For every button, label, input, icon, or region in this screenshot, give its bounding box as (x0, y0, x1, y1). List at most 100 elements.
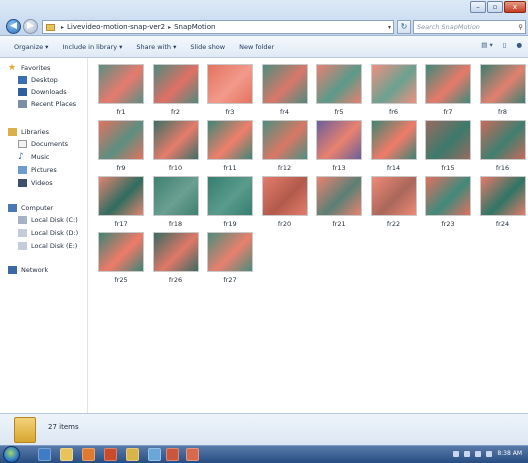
close-button[interactable]: x (504, 1, 526, 13)
organize-button[interactable]: Organize ▾ (14, 43, 48, 51)
chrome-icon[interactable] (126, 448, 139, 461)
thumbnail[interactable] (479, 120, 526, 160)
thumbnail[interactable] (207, 64, 253, 104)
file-name[interactable]: fr4 (262, 108, 308, 116)
ie-icon[interactable] (38, 448, 51, 461)
file-name[interactable]: fr12 (262, 164, 308, 172)
file-name[interactable]: fr20 (262, 220, 308, 228)
nav-pictures[interactable]: Pictures (18, 166, 57, 174)
file-name[interactable]: fr16 (480, 164, 526, 172)
nav-libraries[interactable]: Libraries (8, 128, 49, 136)
file-name[interactable]: fr27 (207, 276, 253, 284)
app-icon[interactable] (166, 448, 179, 461)
thumbnail[interactable] (261, 120, 308, 160)
nav-videos[interactable]: Videos (18, 179, 53, 187)
nav-music[interactable]: ♪ Music (18, 153, 50, 162)
back-button[interactable]: ◀ (6, 19, 21, 34)
search-input[interactable]: Search SnapMotion ⚲ (413, 20, 526, 34)
app-icon[interactable] (186, 448, 199, 461)
file-name[interactable]: fr25 (98, 276, 144, 284)
thumbnail[interactable] (479, 176, 526, 216)
thumbnail[interactable] (98, 176, 144, 216)
thumbnail[interactable] (479, 64, 526, 104)
thumbnail[interactable] (98, 64, 144, 104)
nav-network[interactable]: Network (8, 266, 48, 274)
thumbnail[interactable] (425, 64, 471, 104)
thumbnail[interactable] (152, 64, 199, 104)
thumbnail[interactable] (425, 120, 471, 160)
forward-button[interactable]: ▶ (23, 19, 38, 34)
tray-icon[interactable] (453, 450, 460, 457)
file-name[interactable]: fr10 (153, 164, 199, 172)
file-name[interactable]: fr5 (316, 108, 362, 116)
nav-favorites[interactable]: ★ Favorites (8, 64, 50, 73)
clock[interactable]: 8:38 AM (497, 450, 522, 457)
app-icon[interactable] (148, 448, 161, 461)
slide-show-button[interactable]: Slide show (190, 43, 225, 51)
view-options-icon[interactable]: ▤ ▾ (481, 41, 492, 49)
nav-computer[interactable]: Computer (8, 204, 53, 212)
thumbnail[interactable] (370, 64, 417, 104)
thumbnail[interactable] (152, 232, 199, 272)
thumbnail[interactable] (370, 120, 417, 160)
file-name[interactable]: fr23 (425, 220, 471, 228)
thumbnail[interactable] (316, 64, 362, 104)
media-player-icon[interactable] (82, 448, 95, 461)
thumbnail[interactable] (152, 176, 199, 216)
chevron-down-icon[interactable]: ▾ (388, 24, 391, 31)
file-name[interactable]: fr26 (153, 276, 199, 284)
thumbnail[interactable] (207, 176, 253, 216)
tray-icon[interactable] (464, 450, 471, 457)
include-in-library-button[interactable]: Include in library ▾ (62, 43, 122, 51)
thumbnail[interactable] (370, 176, 417, 216)
file-name[interactable]: fr8 (480, 108, 526, 116)
file-name[interactable]: fr24 (480, 220, 526, 228)
file-name[interactable]: fr21 (316, 220, 362, 228)
thumbnail[interactable] (152, 120, 199, 160)
thumbnail[interactable] (425, 176, 471, 216)
file-name[interactable]: fr11 (207, 164, 253, 172)
breadcrumb-segment[interactable]: SnapMotion (174, 23, 215, 31)
breadcrumb-segment[interactable]: Livevideo-motion-snap-ver2 (67, 23, 165, 31)
file-name[interactable]: fr9 (98, 164, 144, 172)
search-icon[interactable]: ⚲ (518, 21, 523, 33)
start-button[interactable] (3, 446, 20, 463)
file-name[interactable]: fr22 (371, 220, 417, 228)
address-bar[interactable]: ▸ Livevideo-motion-snap-ver2 ▸ SnapMotio… (42, 20, 394, 34)
nav-recent-places[interactable]: Recent Places (18, 100, 76, 108)
file-name[interactable]: fr7 (425, 108, 471, 116)
share-with-button[interactable]: Share with ▾ (136, 43, 176, 51)
help-icon[interactable]: ● (516, 41, 522, 49)
file-name[interactable]: fr1 (98, 108, 144, 116)
maximize-button[interactable]: ▫ (487, 1, 503, 13)
nav-documents[interactable]: Documents (18, 140, 68, 148)
file-name[interactable]: fr19 (207, 220, 253, 228)
file-name[interactable]: fr14 (371, 164, 417, 172)
file-name[interactable]: fr13 (316, 164, 362, 172)
refresh-button[interactable]: ↻ (397, 20, 411, 34)
app-icon[interactable] (104, 448, 117, 461)
thumbnail[interactable] (261, 64, 308, 104)
preview-pane-icon[interactable]: ▯ (503, 41, 507, 49)
network-tray-icon[interactable] (475, 450, 482, 457)
file-name[interactable]: fr2 (153, 108, 199, 116)
thumbnail[interactable] (261, 176, 308, 216)
file-name[interactable]: fr3 (207, 108, 253, 116)
nav-downloads[interactable]: Downloads (18, 88, 67, 96)
file-name[interactable]: fr15 (425, 164, 471, 172)
thumbnail[interactable] (316, 176, 362, 216)
minimize-button[interactable]: – (470, 1, 486, 13)
file-name[interactable]: fr17 (98, 220, 144, 228)
nav-local-disk-e[interactable]: Local Disk (E:) (18, 242, 77, 250)
thumbnail[interactable] (316, 120, 362, 160)
file-name[interactable]: fr18 (153, 220, 199, 228)
explorer-icon[interactable] (60, 448, 73, 461)
thumbnail[interactable] (98, 232, 144, 272)
nav-local-disk-d[interactable]: Local Disk (D:) (18, 229, 78, 237)
thumbnail[interactable] (98, 120, 144, 160)
thumbnail[interactable] (207, 120, 253, 160)
new-folder-button[interactable]: New folder (239, 43, 274, 51)
nav-desktop[interactable]: Desktop (18, 76, 58, 84)
thumbnail[interactable] (207, 232, 253, 272)
volume-icon[interactable] (486, 450, 493, 457)
